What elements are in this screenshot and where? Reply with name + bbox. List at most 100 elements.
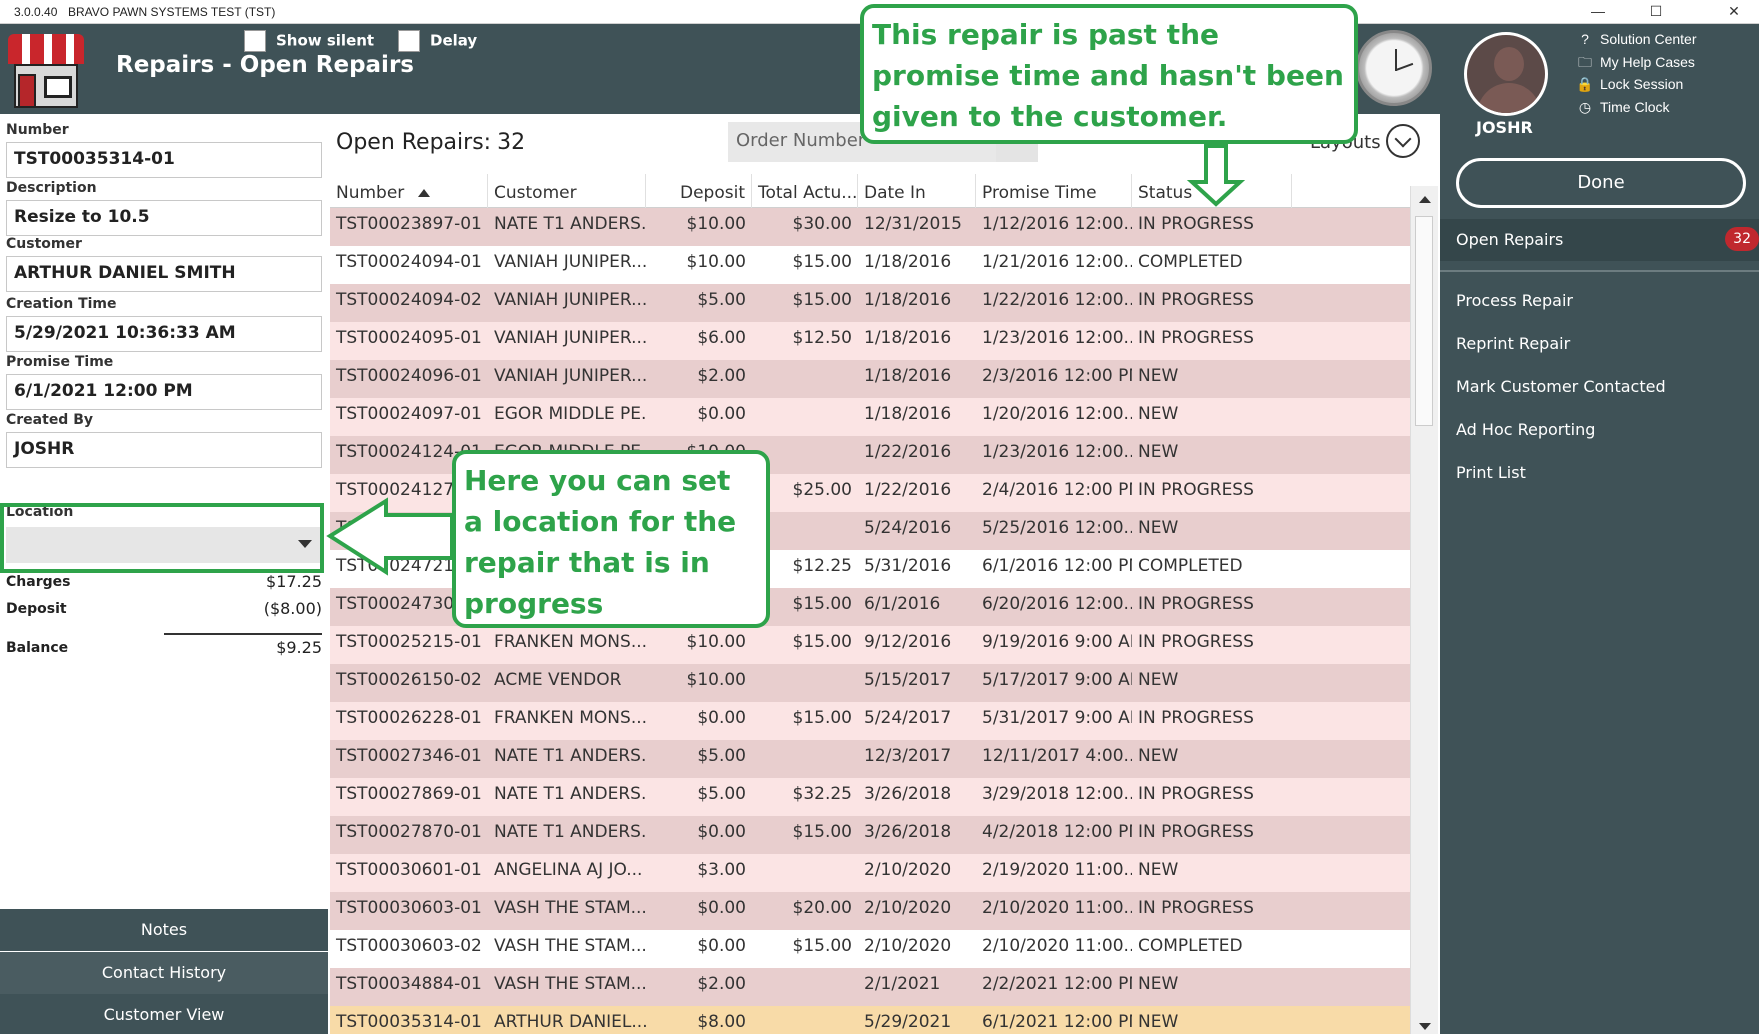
row-promise-time-cell: 2/4/2016 12:00 PM (982, 480, 1132, 500)
column-header-number[interactable]: Number (330, 174, 488, 208)
table-row[interactable]: TST00027870-01 NATE T1 ANDERS... $0.00 $15.… (330, 816, 1410, 854)
row-total-actual-cell: $15.00 (792, 822, 852, 842)
created-by-label: Created By (6, 412, 94, 428)
created-by-field[interactable]: JOSHR (6, 432, 322, 468)
row-customer-cell: FRANKEN MONS... (494, 708, 646, 728)
row-promise-time-cell: 1/12/2016 12:00... (982, 214, 1132, 234)
print-list-action[interactable]: Print List (1456, 458, 1666, 501)
row-total-actual-cell (752, 398, 858, 436)
table-row[interactable]: TST00034884-01 VASH THE STAM... $2.00 2/1/2… (330, 968, 1410, 1006)
row-total-actual-cell: $15.00 (792, 936, 852, 956)
row-customer-cell: NATE T1 ANDERS... (494, 214, 646, 234)
column-header-customer[interactable]: Customer (488, 174, 646, 208)
column-header-total-actual[interactable]: Total Actu... (752, 174, 858, 208)
layouts-dropdown-button[interactable] (1386, 124, 1420, 158)
column-header-status[interactable]: Status (1132, 174, 1292, 208)
row-status-cell: IN PROGRESS (1138, 328, 1254, 348)
scroll-down-icon[interactable] (1419, 1023, 1431, 1030)
solution-center-link[interactable]: ? Solution Center (1576, 28, 1697, 51)
my-help-cases-link[interactable]: 🗀 My Help Cases (1576, 51, 1697, 74)
row-total-actual-cell: $30.00 (792, 214, 852, 234)
table-row[interactable]: TST00024095-01 VANIAH JUNIPER... $6.00 $12.… (330, 322, 1410, 360)
row-date-in-cell: 5/24/2017 (864, 708, 952, 728)
lock-session-link[interactable]: 🔒 Lock Session (1576, 73, 1697, 96)
row-customer-cell: EGOR MIDDLE PE... (494, 404, 646, 424)
table-row[interactable]: TST00027869-01 NATE T1 ANDERS... $5.00 $32.… (330, 778, 1410, 816)
row-deposit-cell: $8.00 (697, 1012, 746, 1032)
checkbox-icon[interactable] (244, 30, 266, 52)
description-field[interactable]: Resize to 10.5 (6, 200, 322, 236)
row-promise-time-cell: 6/1/2016 12:00 PM (982, 556, 1132, 576)
vertical-scrollbar[interactable] (1410, 186, 1438, 1034)
table-row[interactable]: TST00024097-01 EGOR MIDDLE PE... $0.00 1/18… (330, 398, 1410, 436)
row-date-in-cell: 2/1/2021 (864, 974, 941, 994)
row-date-in-cell: 5/24/2016 (864, 518, 952, 538)
maximize-button[interactable]: ☐ (1633, 0, 1679, 24)
row-promise-time-cell: 1/23/2016 12:00... (982, 328, 1132, 348)
row-number-cell: TST00027346-01 (336, 746, 482, 766)
table-row[interactable]: TST00024094-01 VANIAH JUNIPER... $10.00 $15… (330, 246, 1410, 284)
row-customer-cell: VASH THE STAM... (494, 936, 646, 956)
table-row[interactable]: TST00030603-02 VASH THE STAM... $0.00 $15.0… (330, 930, 1410, 968)
minimize-button[interactable]: — (1575, 0, 1621, 24)
close-button[interactable]: ✕ (1711, 0, 1757, 24)
row-number-cell: TST00034884-01 (336, 974, 482, 994)
row-date-in-cell: 12/31/2015 (864, 214, 962, 234)
user-links: ? Solution Center 🗀 My Help Cases 🔒 Lock Se… (1576, 28, 1697, 119)
number-field[interactable]: TST00035314-01 (6, 142, 322, 178)
open-repairs-count: Open Repairs: 32 (336, 130, 525, 155)
delay-checkbox[interactable]: Delay (398, 30, 477, 52)
row-deposit-cell: $10.00 (686, 252, 746, 272)
done-button[interactable]: Done (1456, 158, 1746, 208)
row-date-in-cell: 5/29/2021 (864, 1012, 952, 1032)
row-date-in-cell: 5/15/2017 (864, 670, 952, 690)
table-row[interactable]: TST00027346-01 NATE T1 ANDERS... $5.00 12/3… (330, 740, 1410, 778)
promise-time-field[interactable]: 6/1/2021 12:00 PM (6, 374, 322, 410)
table-row[interactable]: TST00026228-01 FRANKEN MONS... $0.00 $15.00… (330, 702, 1410, 740)
table-row-selected[interactable]: TST00035314-01 ARTHUR DANIEL... $8.00 5/29/… (330, 1006, 1410, 1034)
row-customer-cell: NATE T1 ANDERS... (494, 746, 646, 766)
link-label: Solution Center (1600, 31, 1697, 47)
column-header-deposit[interactable]: Deposit (646, 174, 752, 208)
time-clock-link[interactable]: ◷ Time Clock (1576, 96, 1697, 119)
reprint-repair-action[interactable]: Reprint Repair (1456, 329, 1666, 372)
creation-time-field[interactable]: 5/29/2021 10:36:33 AM (6, 316, 322, 352)
lock-icon: 🔒 (1576, 76, 1594, 92)
nav-open-repairs[interactable]: Open Repairs 32 (1440, 219, 1759, 261)
process-repair-action[interactable]: Process Repair (1456, 286, 1666, 329)
row-status-cell: NEW (1138, 442, 1179, 462)
row-promise-time-cell: 6/1/2021 12:00 PM (982, 1012, 1132, 1032)
checkbox-icon[interactable] (398, 30, 420, 52)
row-number-cell: TST00026228-01 (336, 708, 482, 728)
row-status-cell: COMPLETED (1138, 252, 1243, 272)
app-window: 3.0.0.40 BRAVO PAWN SYSTEMS TEST (TST) —… (0, 0, 1759, 1034)
customer-field[interactable]: ARTHUR DANIEL SMITH (6, 256, 322, 292)
table-row[interactable]: TST00024094-02 VANIAH JUNIPER... $5.00 $15.… (330, 284, 1410, 322)
row-customer-cell: ARTHUR DANIEL... (494, 1012, 646, 1032)
show-silent-checkbox[interactable]: Show silent (244, 30, 374, 52)
contact-history-button[interactable]: Contact History (0, 952, 328, 994)
row-promise-time-cell: 1/20/2016 12:00... (982, 404, 1132, 424)
row-date-in-cell: 9/12/2016 (864, 632, 952, 652)
table-row[interactable]: TST00025215-01 FRANKEN MONS... $10.00 $15.0… (330, 626, 1410, 664)
mark-customer-contacted-action[interactable]: Mark Customer Contacted (1456, 372, 1666, 415)
ad-hoc-reporting-action[interactable]: Ad Hoc Reporting (1456, 415, 1666, 458)
table-row[interactable]: TST00030603-01 VASH THE STAM... $0.00 $20.0… (330, 892, 1410, 930)
scroll-up-icon[interactable] (1419, 196, 1431, 203)
action-list: Process Repair Reprint Repair Mark Custo… (1456, 286, 1666, 501)
row-promise-time-cell: 2/3/2016 12:00 PM (982, 366, 1132, 386)
customer-view-button[interactable]: Customer View (0, 994, 328, 1034)
table-row[interactable]: TST00023897-01 NATE T1 ANDERS... $10.00 $30… (330, 208, 1410, 246)
table-row[interactable]: TST00026150-02 ACME VENDOR $10.00 5/15/2017… (330, 664, 1410, 702)
notes-button[interactable]: Notes (0, 909, 328, 951)
row-date-in-cell: 1/22/2016 (864, 442, 952, 462)
table-row[interactable]: TST00030601-01 ANGELINA AJ JO... $3.00 2/10… (330, 854, 1410, 892)
help-circle-icon: ? (1581, 31, 1589, 47)
avatar[interactable] (1464, 32, 1548, 116)
column-header-date-in[interactable]: Date In (858, 174, 976, 208)
page-title: Repairs - Open Repairs (116, 52, 414, 78)
scroll-thumb[interactable] (1415, 216, 1433, 426)
row-status-cell: NEW (1138, 746, 1179, 766)
column-header-promise-time[interactable]: Promise Time (976, 174, 1132, 208)
table-row[interactable]: TST00024096-01 VANIAH JUNIPER... $2.00 1/18… (330, 360, 1410, 398)
